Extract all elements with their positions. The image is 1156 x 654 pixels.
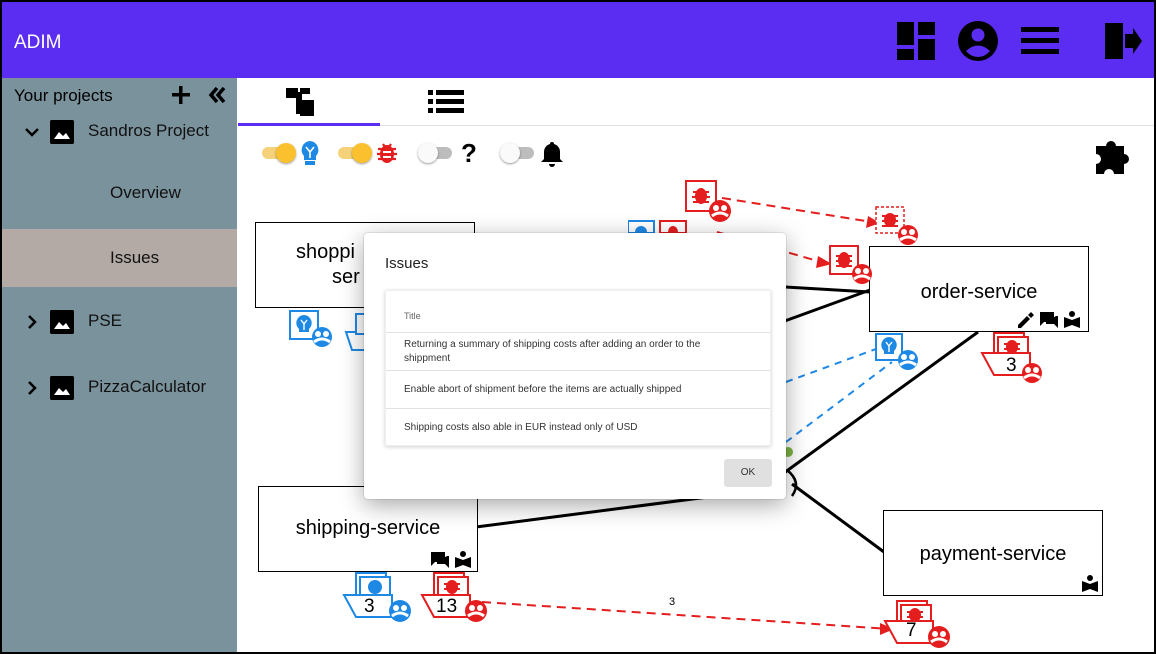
payment-bug-count: 7 [906, 620, 917, 641]
add-project-icon[interactable] [168, 82, 194, 108]
comment-icon [431, 552, 449, 568]
dialog-title: Issues [385, 255, 429, 272]
dashed-edge-blue-2 [785, 361, 893, 443]
sidebar-item-label: Issues [110, 248, 160, 267]
logout-icon[interactable] [1101, 20, 1143, 62]
project-label: PizzaCalculator [88, 377, 207, 396]
bug-issue-icon[interactable] [874, 205, 922, 249]
image-icon [50, 310, 74, 334]
table-row[interactable]: Shipping costs also able in EUR instead … [386, 409, 770, 445]
table-row[interactable]: Returning a summary of shipping costs af… [386, 333, 770, 371]
project-label: PSE [88, 311, 123, 330]
account-circle-icon[interactable] [957, 20, 999, 62]
dashed-edge-blue-1 [785, 348, 877, 383]
list-icon [428, 90, 464, 113]
image-icon [50, 376, 74, 400]
service-actions [431, 551, 471, 568]
top-bar: ADIM [2, 2, 1154, 78]
project-row-sandros-project[interactable]: Sandros Project [2, 112, 237, 152]
project-row-pse[interactable]: PSE [2, 302, 237, 342]
collapse-sidebar-icon[interactable] [204, 82, 230, 108]
edit-icon [1018, 312, 1034, 328]
dashboard-icon[interactable] [895, 20, 937, 62]
docs-icon [1064, 317, 1080, 328]
service-name: order-service [920, 281, 1038, 303]
feature-issues-folder[interactable] [342, 571, 412, 623]
edge-hub-node [786, 469, 798, 497]
comment-icon [1040, 312, 1058, 328]
sidebar: Your projects Sandros Project Overview I… [2, 78, 237, 652]
service-name: shipping-service [295, 517, 441, 539]
project-row-pizzacalculator[interactable]: PizzaCalculator [2, 368, 237, 408]
project-label: Sandros Project [88, 121, 209, 140]
tab-hierarchy[interactable] [238, 78, 380, 126]
bug-issue-icon[interactable] [828, 244, 876, 288]
service-actions [1018, 311, 1080, 328]
issues-dialog: Issues Title Returning a summary of ship… [364, 233, 786, 499]
image-icon [50, 120, 74, 144]
table-row[interactable]: Enable abort of shipment before the item… [386, 371, 770, 409]
bug-issue-icon[interactable] [684, 179, 736, 225]
chevron-right-icon[interactable] [22, 378, 42, 398]
ok-button[interactable]: OK [724, 459, 772, 487]
edge-label: 3 [669, 596, 676, 608]
sidebar-header: Your projects [14, 86, 113, 105]
issue-badges-partial [628, 220, 687, 233]
edge-hub-payment [791, 482, 885, 554]
view-tabs [238, 78, 1154, 126]
docs-icon [1082, 575, 1098, 592]
dashed-edge-red-3 [481, 601, 891, 630]
issues-table: Title Returning a summary of shipping co… [385, 290, 771, 446]
dashed-edge-red-1 [721, 197, 879, 224]
service-order[interactable]: order-service [869, 246, 1089, 332]
table-header: Title [386, 291, 770, 333]
service-payment[interactable]: payment-service [883, 510, 1103, 596]
service-name: payment-service [919, 543, 1067, 565]
order-bug-count: 3 [1006, 355, 1017, 376]
shipping-bug-count: 13 [436, 596, 458, 617]
edge-order-link [781, 288, 871, 324]
sidebar-item-issues[interactable]: Issues [2, 229, 237, 287]
hierarchy-icon [286, 88, 314, 116]
docs-icon [455, 557, 471, 568]
sidebar-item-label: Overview [110, 183, 181, 202]
app-title: ADIM [14, 32, 62, 53]
feature-folder-partial [344, 313, 366, 351]
sidebar-item-overview[interactable]: Overview [2, 164, 237, 222]
feature-issue-icon[interactable] [874, 332, 924, 374]
feature-issue-icon[interactable] [288, 309, 340, 351]
bug-issues-folder[interactable] [883, 599, 953, 649]
menu-icon[interactable] [1019, 20, 1061, 62]
app-window: ADIM Your projects Sandros Project Overv… [0, 0, 1156, 654]
tab-list[interactable] [380, 78, 522, 126]
shipping-feature-count: 3 [364, 596, 375, 617]
chevron-down-icon[interactable] [22, 122, 42, 142]
chevron-right-icon[interactable] [22, 312, 42, 332]
tab-indicator [238, 123, 380, 126]
